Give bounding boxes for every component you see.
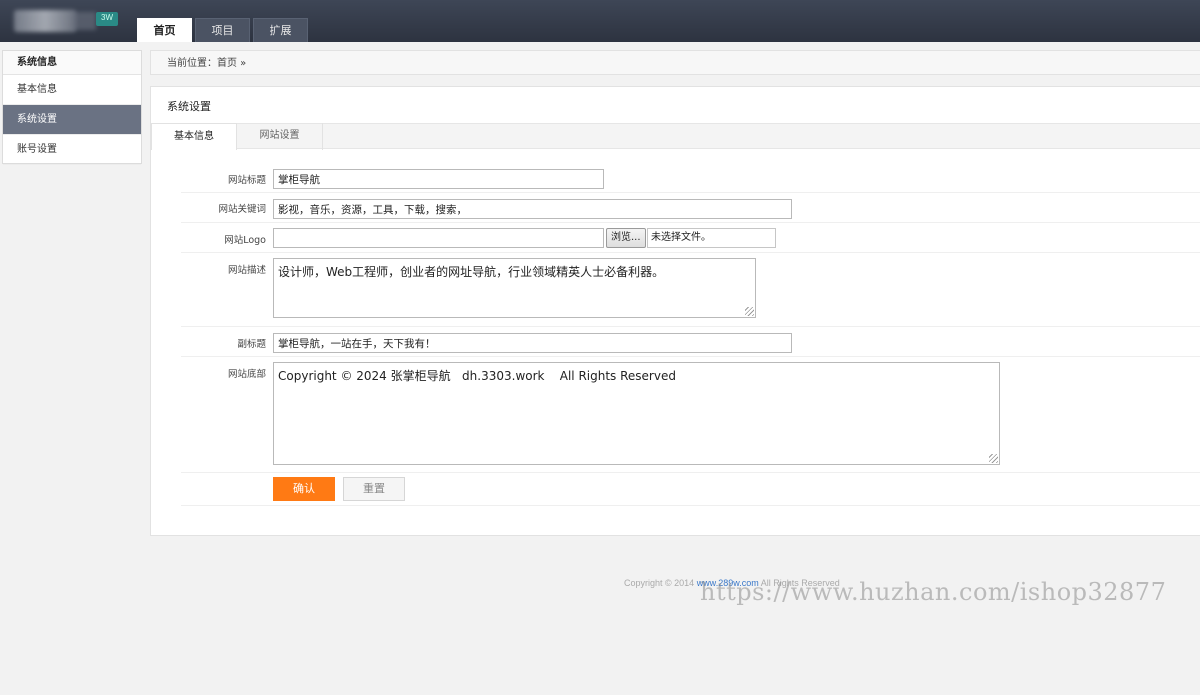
panel-title: 系统设置	[167, 100, 211, 113]
confirm-button[interactable]: 确认	[273, 477, 335, 501]
browse-button[interactable]: 浏览...	[606, 228, 646, 248]
tab-basic-info[interactable]: 基本信息	[151, 123, 237, 150]
subtitle-input[interactable]: 掌柜导航，一站在手，天下我有！	[273, 333, 792, 353]
tab-site-settings[interactable]: 网站设置	[237, 123, 323, 150]
footer-textarea[interactable]: Copyright © 2024 张掌柜导航 dh.3303.work All …	[273, 362, 1000, 465]
form-row-keywords: 网站关键词 影视，音乐，资源，工具，下载，搜索，	[181, 193, 1200, 223]
resize-grip-icon[interactable]	[745, 307, 754, 316]
nav-tab-extensions[interactable]: 扩展	[253, 18, 308, 42]
subtitle-label: 副标题	[237, 339, 266, 350]
form-row-logo: 网站Logo 浏览... 未选择文件。	[181, 223, 1200, 253]
footer-copyright: Copyright © 2014	[624, 578, 695, 588]
description-textarea[interactable]: 设计师，Web工程师，创业者的网址导航，行业领域精英人士必备利器。	[273, 258, 756, 318]
description-label: 网站描述	[227, 265, 266, 276]
form-row-description: 网站描述 设计师，Web工程师，创业者的网址导航，行业领域精英人士必备利器。	[181, 253, 1200, 327]
no-file-text: 未选择文件。	[647, 228, 776, 248]
sidebar-item-account-settings[interactable]: 账号设置	[3, 135, 141, 165]
watermark: https://www.huzhan.com/ishop32877	[700, 578, 1167, 606]
sidebar: 系统信息 基本信息 系统设置 账号设置	[2, 50, 142, 165]
reset-button[interactable]: 重置	[343, 477, 405, 501]
breadcrumb: 当前位置：首页 »	[150, 50, 1200, 75]
form-row-subtitle: 副标题 掌柜导航，一站在手，天下我有！	[181, 327, 1200, 357]
form-row-site-title: 网站标题 掌柜导航	[181, 163, 1200, 193]
site-title-input[interactable]: 掌柜导航	[273, 169, 604, 189]
settings-panel: 系统设置 基本信息 网站设置 网站标题 掌柜导航 网站关键词 影视，音乐，资源，…	[150, 86, 1200, 536]
main-nav: 首页 项目 扩展	[137, 18, 308, 42]
form-row-footer: 网站底部 Copyright © 2024 张掌柜导航 dh.3303.work…	[181, 357, 1200, 473]
logo-path-input[interactable]	[273, 228, 604, 248]
logo[interactable]: 3W	[14, 8, 118, 34]
top-bar: 3W 首页 项目 扩展	[0, 0, 1200, 42]
description-text: 设计师，Web工程师，创业者的网址导航，行业领域精英人士必备利器。	[278, 265, 665, 279]
site-title-label: 网站标题	[227, 175, 266, 186]
footer-label: 网站底部	[227, 369, 266, 380]
sidebar-item-system-settings[interactable]: 系统设置	[3, 105, 141, 135]
form-divider	[181, 505, 1200, 506]
keywords-input[interactable]: 影视，音乐，资源，工具，下载，搜索，	[273, 199, 792, 219]
sidebar-title: 系统信息	[3, 51, 141, 75]
logo-label: 网站Logo	[224, 235, 266, 246]
nav-tab-home[interactable]: 首页	[137, 18, 192, 42]
nav-tab-projects[interactable]: 项目	[195, 18, 250, 42]
keywords-label: 网站关键词	[218, 204, 266, 215]
resize-grip-icon[interactable]	[989, 454, 998, 463]
sidebar-item-basic-info[interactable]: 基本信息	[3, 75, 141, 105]
settings-tabs: 基本信息 网站设置	[151, 123, 1200, 150]
footer-text: Copyright © 2024 张掌柜导航 dh.3303.work All …	[278, 369, 676, 383]
